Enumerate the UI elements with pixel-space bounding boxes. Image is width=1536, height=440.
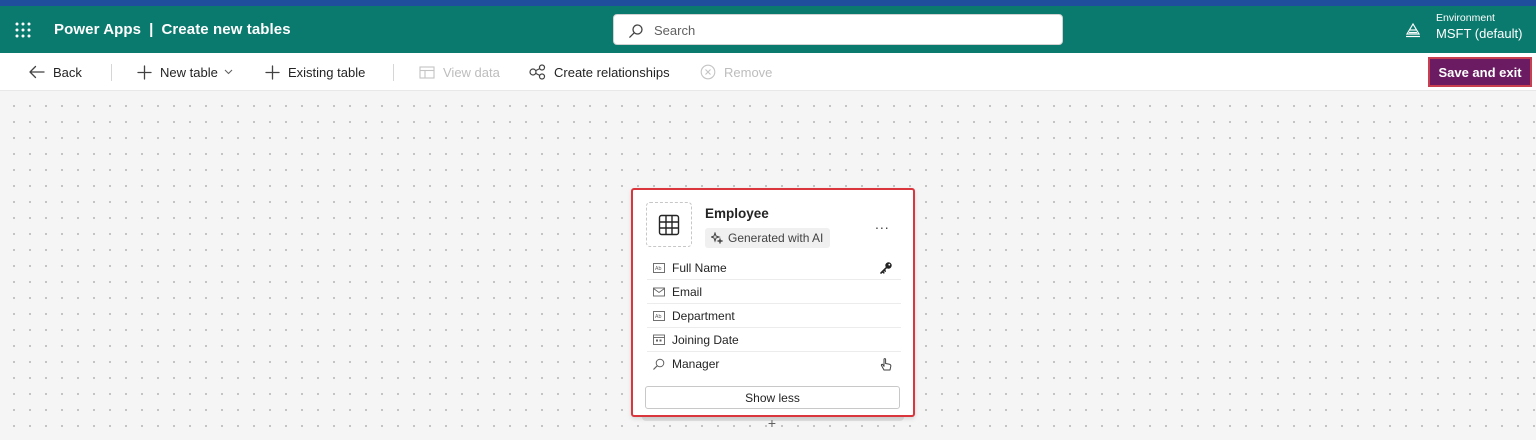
column-name: Email	[672, 284, 703, 299]
page-title: Create new tables	[161, 21, 291, 38]
existing-table-label: Existing table	[288, 64, 366, 80]
ai-badge-label: Generated with AI	[728, 231, 824, 245]
column-row-department[interactable]: Ab Department	[647, 304, 901, 328]
text-field-icon: Ab	[653, 262, 665, 273]
existing-table-button[interactable]: Existing table	[265, 53, 365, 91]
table-card-employee[interactable]: Employee Generated with AI ... Ab Full N…	[631, 188, 915, 417]
arrow-left-icon	[29, 65, 45, 79]
plus-icon	[137, 64, 152, 80]
environment-icon[interactable]	[1404, 21, 1422, 39]
key-icon	[880, 262, 892, 274]
column-list: Ab Full Name Email Ab Department Joining…	[647, 256, 901, 376]
table-view-icon	[419, 65, 435, 79]
svg-text:Ab: Ab	[655, 314, 662, 320]
text-field-icon: Ab	[653, 310, 665, 321]
column-row-full-name[interactable]: Ab Full Name	[647, 256, 901, 280]
app-title: Power Apps | Create new tables	[54, 21, 291, 38]
column-row-joining-date[interactable]: Joining Date	[647, 328, 901, 352]
environment-value[interactable]: MSFT (default)	[1436, 26, 1522, 41]
lookup-icon	[653, 358, 665, 370]
view-data-button[interactable]: View data	[419, 53, 500, 91]
new-table-label: New table	[160, 64, 218, 80]
toolbar-divider	[111, 64, 112, 81]
calendar-icon	[653, 334, 665, 345]
sparkle-icon	[711, 232, 723, 244]
back-label: Back	[53, 64, 82, 80]
column-name: Manager	[672, 357, 720, 371]
column-name: Full Name	[672, 260, 727, 275]
title-separator: |	[149, 21, 154, 38]
more-options-button[interactable]: ...	[875, 216, 890, 232]
toolbar-divider	[393, 64, 394, 81]
plus-icon	[265, 64, 280, 80]
create-relationships-label: Create relationships	[554, 64, 670, 80]
column-row-email[interactable]: Email	[647, 280, 901, 304]
view-data-label: View data	[443, 64, 500, 80]
column-row-manager[interactable]: Manager	[647, 352, 901, 376]
chevron-down-icon	[224, 69, 233, 75]
remove-circle-icon	[700, 64, 716, 80]
mail-icon	[653, 287, 665, 296]
search-box[interactable]	[613, 14, 1063, 45]
hand-pointer-icon	[880, 358, 892, 371]
column-name: Joining Date	[672, 332, 739, 347]
save-and-exit-button[interactable]: Save and exit	[1428, 57, 1532, 87]
remove-button[interactable]: Remove	[700, 53, 772, 91]
table-icon-frame	[646, 202, 692, 247]
search-icon	[629, 24, 643, 38]
show-less-button[interactable]: Show less	[645, 386, 900, 409]
app-launcher-icon[interactable]	[14, 21, 32, 39]
ai-generated-badge: Generated with AI	[705, 228, 831, 248]
command-bar: Back New table Existing table View data	[0, 53, 1536, 91]
table-name: Employee	[705, 206, 769, 221]
app-name[interactable]: Power Apps	[54, 21, 141, 38]
search-input[interactable]	[654, 20, 1044, 40]
add-column-handle[interactable]: +	[765, 415, 779, 431]
new-table-button[interactable]: New table	[137, 53, 233, 91]
environment-label: Environment	[1436, 12, 1495, 24]
relationships-icon	[529, 64, 546, 80]
table-grid-icon	[658, 214, 680, 235]
app-header: Power Apps | Create new tables Environment…	[0, 6, 1536, 53]
back-button[interactable]: Back	[28, 53, 82, 91]
create-relationships-button[interactable]: Create relationships	[529, 53, 670, 91]
column-name: Department	[672, 308, 735, 323]
svg-text:Ab: Ab	[655, 266, 662, 272]
remove-label: Remove	[724, 64, 773, 80]
